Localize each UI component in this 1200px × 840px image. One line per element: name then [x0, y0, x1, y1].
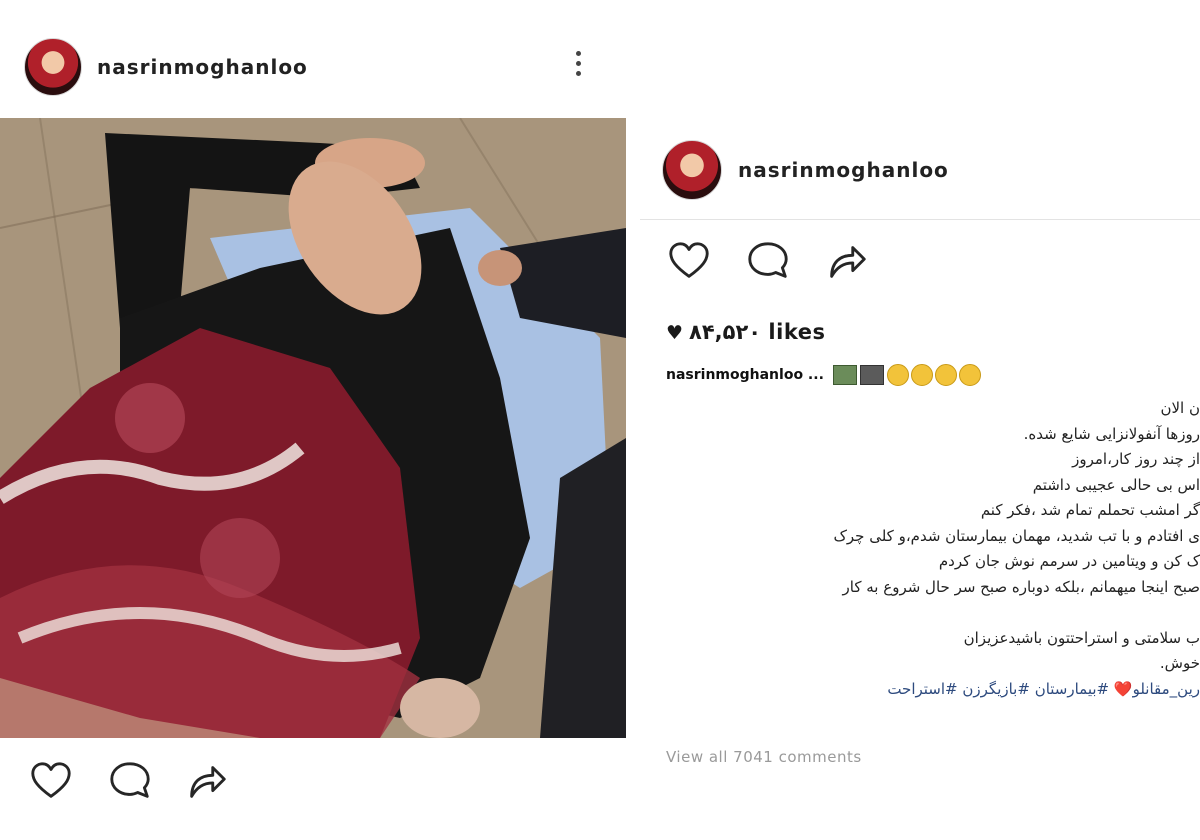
heart-icon — [669, 242, 709, 278]
share-icon — [830, 246, 866, 278]
header-divider — [640, 219, 1200, 220]
caption-line: ی افتادم و با تب شدید، مهمان بیمارستان ش… — [833, 526, 1200, 545]
right-username[interactable]: nasrinmoghanloo — [738, 158, 949, 182]
like-heart-icon[interactable] — [28, 758, 74, 804]
more-vertical-icon[interactable] — [568, 46, 588, 86]
like-heart-icon[interactable] — [666, 238, 712, 284]
post-photo[interactable] — [0, 118, 626, 738]
share-icon — [190, 766, 226, 798]
caption-line: ن الان — [1160, 399, 1200, 417]
sad-face-emoji-icon — [886, 364, 909, 386]
comment-icon — [748, 242, 788, 278]
share-arrow-icon[interactable] — [824, 238, 870, 284]
caption-line: اس بی حالی عجیبی داشتم — [1032, 475, 1200, 494]
right-profile-avatar[interactable] — [662, 140, 722, 200]
caption-line: روزها آنفولانزایی شایع شده. — [1023, 424, 1200, 443]
view-all-comments-link[interactable]: View all 7041 comments — [666, 748, 862, 766]
caption-line: ب سلامتی و استراحتتون باشیدعزیزان — [963, 628, 1200, 647]
crying-face-emoji-icon — [910, 364, 933, 386]
video-camera-emoji-icon — [859, 365, 884, 385]
caption-line: گر امشب تحملم تمام شد ،فکر کنم — [980, 501, 1200, 519]
caption-line: از چند روز کار،امروز — [1072, 450, 1200, 468]
likes-count[interactable]: ♥ ۸۴,۵۲۰ likes — [666, 320, 825, 344]
tired-face-emoji-icon — [958, 364, 981, 386]
caption-line: ک کن و ویتامین در سرمم نوش جان کردم — [938, 552, 1200, 570]
caption-username[interactable]: nasrinmoghanloo ... — [666, 367, 824, 383]
caption-line: خوش. — [1159, 654, 1200, 672]
likes-heart-icon: ♥ — [666, 322, 684, 344]
comment-bubble-icon[interactable] — [745, 238, 791, 284]
post-photo-illustration — [0, 118, 626, 738]
caption-line: صبح اینجا میهمانم ،بلکه دوباره صبح سر حا… — [842, 577, 1200, 596]
likes-text: ۸۴,۵۲۰ likes — [689, 320, 826, 344]
comment-icon — [110, 762, 150, 798]
smiling-face-emoji-icon — [934, 364, 957, 386]
heart-icon — [31, 762, 71, 798]
left-profile-avatar[interactable] — [24, 38, 82, 96]
share-arrow-icon[interactable] — [184, 758, 230, 804]
caption-emojis — [832, 364, 983, 386]
caption-header: nasrinmoghanloo ... — [666, 364, 983, 386]
caption-line-blank — [660, 600, 1200, 626]
caption-hashtags[interactable]: رین_مقانلو❤️ #بیمارستان #بازیگرزن #استرا… — [660, 677, 1200, 703]
clapperboard-emoji-icon — [832, 365, 857, 385]
caption-text: ن الان روزها آنفولانزایی شایع شده. از چن… — [660, 396, 1200, 702]
left-username[interactable]: nasrinmoghanloo — [97, 55, 308, 79]
comment-bubble-icon[interactable] — [107, 758, 153, 804]
